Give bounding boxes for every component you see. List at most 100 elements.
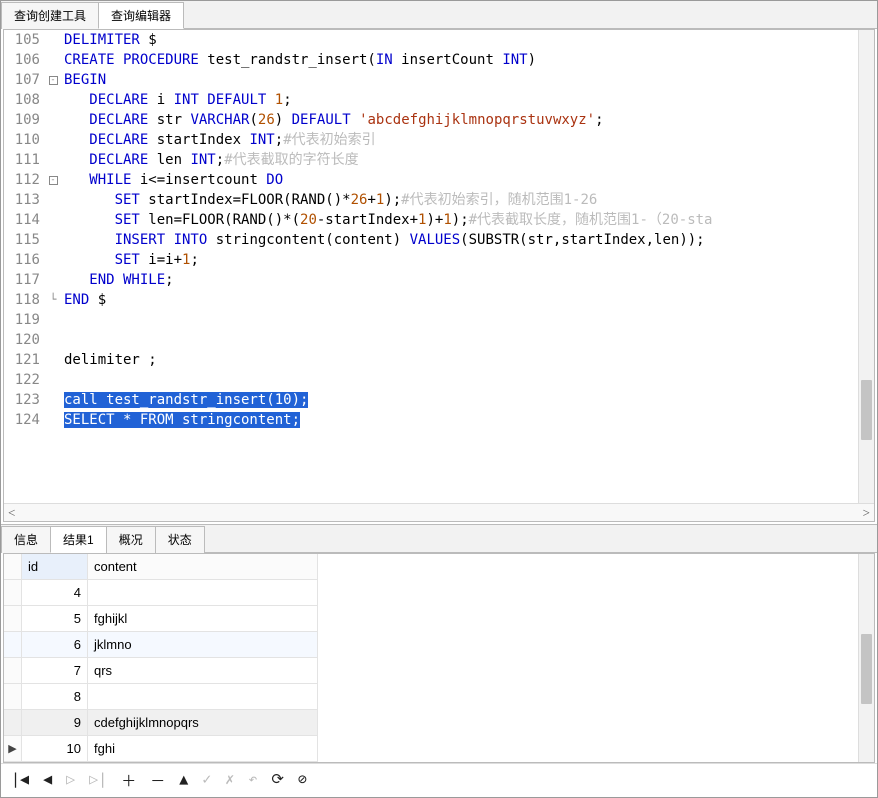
- code-line[interactable]: DECLARE i INT DEFAULT 1;: [64, 90, 858, 110]
- code-line[interactable]: SET startIndex=FLOOR(RAND()*26+1);#代表初始索…: [64, 190, 858, 210]
- grid-vscrollbar[interactable]: [858, 554, 874, 762]
- fold-marker[interactable]: [46, 390, 60, 410]
- tab-status[interactable]: 状态: [155, 526, 205, 553]
- fold-marker[interactable]: [46, 310, 60, 330]
- hscroll-left-icon[interactable]: <: [8, 505, 15, 521]
- code-line[interactable]: [64, 370, 858, 390]
- fold-marker[interactable]: -: [46, 70, 60, 90]
- fold-marker[interactable]: [46, 330, 60, 350]
- code-line[interactable]: DECLARE len INT;#代表截取的字符长度: [64, 150, 858, 170]
- fold-marker[interactable]: [46, 350, 60, 370]
- first-record-button[interactable]: |◀: [11, 770, 29, 791]
- line-number: 105: [4, 30, 40, 50]
- cell-content[interactable]: [88, 580, 318, 606]
- table-row[interactable]: 8: [4, 684, 858, 710]
- tab-result1[interactable]: 结果1: [50, 526, 107, 553]
- line-number: 107: [4, 70, 40, 90]
- fold-marker[interactable]: [46, 230, 60, 250]
- add-record-button[interactable]: ＋: [121, 770, 136, 791]
- fold-marker[interactable]: [46, 110, 60, 130]
- row-indicator: [4, 580, 22, 606]
- table-row[interactable]: 5fghijkl: [4, 606, 858, 632]
- cell-id[interactable]: 4: [22, 580, 88, 606]
- tab-query-editor[interactable]: 查询编辑器: [98, 2, 184, 29]
- code-line[interactable]: END $: [64, 290, 858, 310]
- column-header-content[interactable]: content: [88, 554, 318, 580]
- fold-gutter[interactable]: - - └: [46, 30, 60, 503]
- prev-record-button[interactable]: ◀: [43, 770, 52, 791]
- cell-id[interactable]: 8: [22, 684, 88, 710]
- tab-query-builder[interactable]: 查询创建工具: [1, 2, 99, 29]
- editor-vscrollbar-thumb[interactable]: [861, 380, 872, 440]
- row-indicator: [4, 710, 22, 736]
- undo-button[interactable]: ↶: [248, 770, 257, 791]
- code-line[interactable]: [64, 330, 858, 350]
- cell-id[interactable]: 5: [22, 606, 88, 632]
- fold-marker[interactable]: [46, 270, 60, 290]
- table-row[interactable]: 9cdefghijklmnopqrs: [4, 710, 858, 736]
- tab-info[interactable]: 信息: [1, 526, 51, 553]
- editor-vscrollbar[interactable]: [858, 30, 874, 503]
- code-line[interactable]: END WHILE;: [64, 270, 858, 290]
- cell-id[interactable]: 7: [22, 658, 88, 684]
- code-editor-viewport[interactable]: 1051061071081091101111121131141151161171…: [4, 30, 874, 503]
- fold-marker[interactable]: [46, 410, 60, 430]
- hscroll-right-icon[interactable]: >: [863, 505, 870, 521]
- cell-content[interactable]: fghi: [88, 736, 318, 762]
- code-line[interactable]: DECLARE str VARCHAR(26) DEFAULT 'abcdefg…: [64, 110, 858, 130]
- cell-content[interactable]: fghijkl: [88, 606, 318, 632]
- code-line[interactable]: [64, 310, 858, 330]
- tab-profile[interactable]: 概况: [106, 526, 156, 553]
- code-line[interactable]: INSERT INTO stringcontent(content) VALUE…: [64, 230, 858, 250]
- apply-button[interactable]: ✓: [202, 770, 211, 791]
- result-grid-body[interactable]: idcontent45fghijkl6jklmno7qrs89cdefghijk…: [4, 554, 858, 762]
- code-area[interactable]: DELIMITER $CREATE PROCEDURE test_randstr…: [60, 30, 858, 503]
- fold-marker[interactable]: [46, 30, 60, 50]
- column-header-id[interactable]: id: [22, 554, 88, 580]
- last-edit-button[interactable]: ▷|: [89, 770, 107, 791]
- cell-content[interactable]: qrs: [88, 658, 318, 684]
- fold-marker[interactable]: └: [46, 290, 60, 310]
- grid-vscrollbar-thumb[interactable]: [861, 634, 872, 704]
- code-line[interactable]: DECLARE startIndex INT;#代表初始索引: [64, 130, 858, 150]
- code-line[interactable]: DELIMITER $: [64, 30, 858, 50]
- fold-marker[interactable]: [46, 210, 60, 230]
- cell-id[interactable]: 6: [22, 632, 88, 658]
- line-number: 114: [4, 210, 40, 230]
- fold-marker[interactable]: [46, 190, 60, 210]
- code-line[interactable]: SELECT * FROM stringcontent;: [64, 410, 858, 430]
- fold-marker[interactable]: [46, 150, 60, 170]
- code-line[interactable]: call test_randstr_insert(10);: [64, 390, 858, 410]
- fold-marker[interactable]: [46, 50, 60, 70]
- code-line[interactable]: SET i=i+1;: [64, 250, 858, 270]
- cell-id[interactable]: 9: [22, 710, 88, 736]
- table-row[interactable]: ▶10fghi: [4, 736, 858, 762]
- row-indicator: [4, 606, 22, 632]
- code-line[interactable]: CREATE PROCEDURE test_randstr_insert(IN …: [64, 50, 858, 70]
- refresh-button[interactable]: ⟳: [271, 770, 284, 791]
- fold-marker[interactable]: [46, 250, 60, 270]
- stop-button[interactable]: ⊘: [298, 770, 307, 791]
- fold-marker[interactable]: [46, 130, 60, 150]
- move-up-button[interactable]: ▲: [179, 770, 188, 791]
- code-line[interactable]: delimiter ;: [64, 350, 858, 370]
- cell-content[interactable]: cdefghijklmnopqrs: [88, 710, 318, 736]
- next-edit-button[interactable]: ▷: [66, 770, 75, 791]
- row-indicator: [4, 632, 22, 658]
- cell-content[interactable]: jklmno: [88, 632, 318, 658]
- editor-hscrollbar[interactable]: < >: [4, 503, 874, 521]
- line-number: 118: [4, 290, 40, 310]
- fold-marker[interactable]: -: [46, 170, 60, 190]
- cancel-button[interactable]: ✗: [225, 770, 234, 791]
- code-line[interactable]: WHILE i<=insertcount DO: [64, 170, 858, 190]
- table-row[interactable]: 4: [4, 580, 858, 606]
- fold-marker[interactable]: [46, 90, 60, 110]
- table-row[interactable]: 6jklmno: [4, 632, 858, 658]
- fold-marker[interactable]: [46, 370, 60, 390]
- table-row[interactable]: 7qrs: [4, 658, 858, 684]
- code-line[interactable]: BEGIN: [64, 70, 858, 90]
- code-line[interactable]: SET len=FLOOR(RAND()*(20-startIndex+1)+1…: [64, 210, 858, 230]
- remove-record-button[interactable]: －: [150, 770, 165, 791]
- cell-content[interactable]: [88, 684, 318, 710]
- cell-id[interactable]: 10: [22, 736, 88, 762]
